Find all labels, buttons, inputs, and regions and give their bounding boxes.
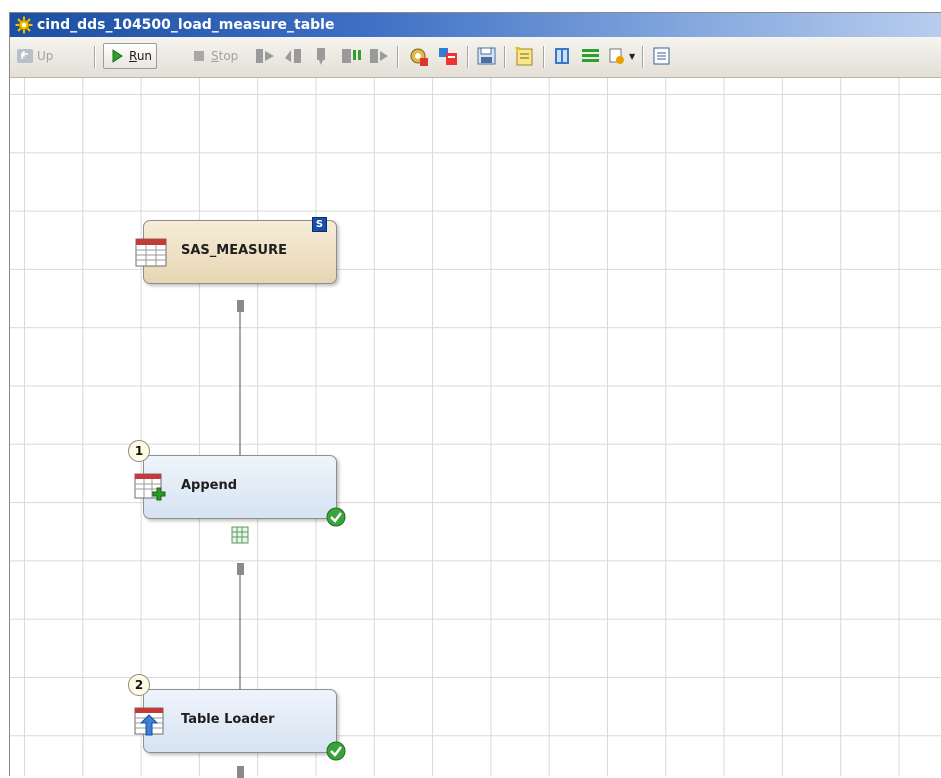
notes-icon[interactable] — [513, 44, 537, 68]
stop-label: Stop — [211, 49, 239, 63]
table-loader-icon — [134, 707, 164, 736]
up-arrow-icon — [17, 49, 33, 63]
properties-icon[interactable] — [406, 44, 430, 68]
split-icon[interactable] — [580, 44, 602, 68]
work-table-icon[interactable] — [231, 526, 249, 544]
run-from-selected-icon[interactable] — [254, 44, 276, 68]
toolbar-separator — [642, 46, 644, 68]
pause-icon[interactable] — [340, 44, 364, 68]
node-label: Table Loader — [181, 712, 275, 727]
table-icon — [135, 238, 167, 267]
step-number-badge: 1 — [128, 440, 150, 462]
debug-icon[interactable] — [436, 44, 460, 68]
run-label: Run — [129, 49, 153, 63]
output-port[interactable] — [237, 300, 244, 312]
add-transform-dropdown[interactable]: ▼ — [608, 44, 635, 68]
window-title: cind_dds_104500_load_measure_table — [37, 17, 335, 33]
play-icon — [112, 49, 123, 63]
add-transform-icon — [609, 48, 624, 64]
title-bar[interactable]: cind_dds_104500_load_measure_table — [10, 13, 941, 37]
details-icon[interactable] — [552, 44, 574, 68]
stop-button[interactable]: Stop — [190, 44, 238, 68]
connections-layer — [238, 310, 253, 708]
toolbar: Up Run Stop ▼ — [10, 37, 941, 78]
toolbar-separator — [467, 46, 469, 68]
node-sas-measure[interactable]: S SAS_MEASURE — [135, 217, 337, 284]
node-table-loader[interactable]: 2 Table Loader — [128, 674, 346, 761]
up-button[interactable]: Up — [16, 44, 53, 68]
toolbar-separator — [504, 46, 506, 68]
node-label: Append — [181, 478, 238, 493]
step-number-badge: 2 — [128, 674, 150, 696]
toolbar-separator — [543, 46, 545, 68]
toolbar-separator — [94, 46, 96, 68]
chevron-down-icon: ▼ — [629, 51, 636, 61]
output-port[interactable] — [237, 766, 244, 778]
toolbar-separator — [397, 46, 399, 68]
job-gear-icon — [15, 16, 33, 34]
layout-icon[interactable] — [651, 44, 673, 68]
success-check-icon — [326, 741, 346, 761]
node-append[interactable]: 1 Append — [128, 440, 346, 527]
success-check-icon — [326, 507, 346, 527]
step-icon[interactable] — [283, 44, 305, 68]
job-editor-window: cind_dds_104500_load_measure_table Up Ru… — [9, 12, 941, 778]
run-button[interactable]: Run — [103, 43, 158, 69]
run-to-icon[interactable] — [368, 44, 390, 68]
append-table-icon — [134, 473, 166, 501]
continue-icon[interactable] — [312, 44, 334, 68]
save-icon[interactable] — [476, 44, 498, 68]
up-label: Up — [37, 49, 54, 63]
node-label: SAS_MEASURE — [181, 243, 287, 258]
server-badge: S — [312, 217, 327, 232]
diagram-canvas[interactable]: S SAS_MEASURE 1 Append 2 Table Loader — [10, 78, 941, 778]
output-port[interactable] — [237, 563, 244, 575]
stop-icon — [194, 51, 204, 61]
